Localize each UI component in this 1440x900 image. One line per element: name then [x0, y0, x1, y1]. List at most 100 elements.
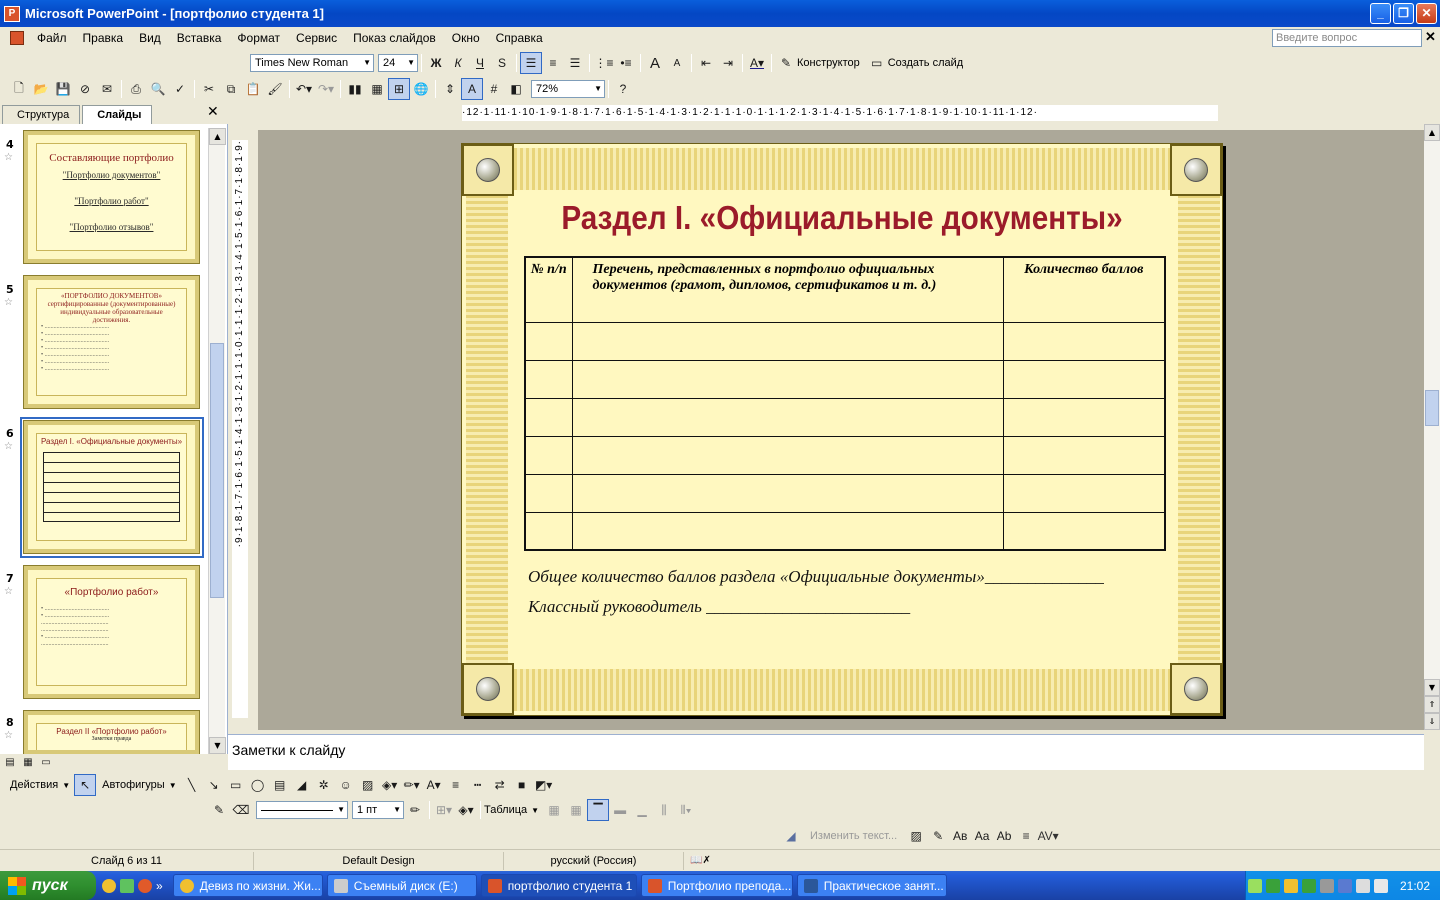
permission-icon[interactable]: ⊘: [74, 78, 96, 100]
design-icon[interactable]: ✎: [775, 52, 797, 74]
taskbar-item-active[interactable]: портфолио студента 1: [480, 874, 637, 897]
line-style-icon[interactable]: ≡: [445, 774, 467, 796]
tray-icon[interactable]: [1247, 878, 1262, 893]
notes-area[interactable]: Заметки к слайду: [228, 734, 1424, 770]
draw-table-icon[interactable]: ✎: [208, 799, 230, 821]
scroll-down-icon[interactable]: ▼: [1424, 679, 1440, 696]
3d-style-icon[interactable]: ◩▾: [533, 774, 555, 796]
split-cells-icon[interactable]: ▦: [565, 799, 587, 821]
table-row[interactable]: [524, 435, 1166, 475]
tables-borders-icon[interactable]: ⊞: [388, 78, 410, 100]
cut-icon[interactable]: ✂: [198, 78, 220, 100]
shrink-font-icon[interactable]: A: [666, 52, 688, 74]
pane-close-icon[interactable]: ✕: [207, 104, 219, 120]
next-slide-icon[interactable]: ⇓: [1424, 713, 1440, 730]
minimize-button[interactable]: _: [1370, 3, 1391, 24]
align-right-icon[interactable]: ☰: [564, 52, 586, 74]
menu-insert[interactable]: Вставка: [170, 31, 231, 45]
line-color-icon[interactable]: ✏▾: [401, 774, 423, 796]
slide-canvas[interactable]: Раздел I. «Официальные документы» № п/п …: [461, 143, 1223, 716]
insert-wordart-icon[interactable]: ◢: [780, 825, 802, 847]
diagram-icon[interactable]: ✲: [313, 774, 335, 796]
wordart-align-icon[interactable]: ≡: [1015, 825, 1037, 847]
menu-file[interactable]: Файл: [30, 31, 76, 45]
documents-table[interactable]: № п/п Перечень, представленных в портфол…: [524, 256, 1166, 551]
clipart-icon[interactable]: ☺: [335, 774, 357, 796]
shadow-button[interactable]: S: [491, 52, 513, 74]
scroll-thumb[interactable]: [210, 343, 224, 598]
wordart-shape-icon[interactable]: Aв: [949, 825, 971, 847]
merge-cells-icon[interactable]: ▦: [543, 799, 565, 821]
slideshow-view-icon[interactable]: ▭: [38, 754, 54, 770]
wordart-gallery-icon[interactable]: ▨: [905, 825, 927, 847]
chart-icon[interactable]: ▮▮: [344, 78, 366, 100]
doc-close-icon[interactable]: ✕: [1425, 29, 1436, 45]
font-color-draw-icon[interactable]: A▾: [423, 774, 445, 796]
slides-pane-scrollbar[interactable]: ▲ ▼: [208, 128, 226, 754]
shadow-style-icon[interactable]: ■: [511, 774, 533, 796]
wordart-icon[interactable]: ◢: [291, 774, 313, 796]
slide-thumbnail-6[interactable]: Раздел I. «Официальные документы»: [23, 420, 200, 554]
show-formatting-icon[interactable]: A: [461, 78, 483, 100]
prev-slide-icon[interactable]: ⇑: [1424, 696, 1440, 713]
tray-icon[interactable]: [1337, 878, 1352, 893]
restore-button[interactable]: ❐: [1393, 3, 1414, 24]
taskbar-item[interactable]: Съемный диск (E:): [326, 874, 477, 897]
zoom-combo[interactable]: 72% ▼: [531, 80, 605, 98]
autoshapes-menu[interactable]: Автофигуры: [102, 779, 165, 791]
tab-outline[interactable]: Структура: [2, 105, 81, 124]
slide-scrollbar[interactable]: ▲ ▼ ⇑ ⇓: [1424, 124, 1440, 730]
language-indicator-icon[interactable]: [1373, 878, 1388, 893]
tray-icon[interactable]: [1283, 878, 1298, 893]
arrow-icon[interactable]: ↘: [203, 774, 225, 796]
actions-menu[interactable]: Действия: [10, 779, 58, 791]
table-row[interactable]: [524, 511, 1166, 551]
scroll-thumb[interactable]: [1425, 390, 1439, 426]
grow-font-icon[interactable]: A: [644, 52, 666, 74]
borders-icon[interactable]: ⊞▾: [433, 799, 455, 821]
slide-thumbnail-4[interactable]: Составляющие портфолио "Портфолио докуме…: [23, 130, 200, 264]
menu-view[interactable]: Вид: [132, 31, 170, 45]
font-color-icon[interactable]: A▾: [746, 52, 768, 74]
start-button[interactable]: пуск: [0, 871, 96, 900]
border-width-combo[interactable]: 1 пт ▼: [352, 801, 404, 819]
total-points-line[interactable]: Общее количество баллов раздела «Официал…: [528, 567, 1104, 587]
dash-style-icon[interactable]: ┅: [467, 774, 489, 796]
font-combo[interactable]: Times New Roman ▼: [250, 54, 374, 72]
tray-icon[interactable]: [1319, 878, 1334, 893]
menu-edit[interactable]: Правка: [76, 31, 133, 45]
align-middle-icon[interactable]: ▬: [609, 799, 631, 821]
table-row[interactable]: [524, 359, 1166, 399]
table-menu[interactable]: Таблица: [484, 804, 527, 816]
border-color-icon[interactable]: ✏: [404, 799, 426, 821]
italic-button[interactable]: К: [447, 52, 469, 74]
menu-slideshow[interactable]: Показ слайдов: [346, 31, 445, 45]
sorter-view-icon[interactable]: ▦: [20, 754, 36, 770]
open-icon[interactable]: 📂: [30, 78, 52, 100]
increase-indent-icon[interactable]: ⇥: [717, 52, 739, 74]
underline-button[interactable]: Ч: [469, 52, 491, 74]
preview-icon[interactable]: 🔍: [147, 78, 169, 100]
table-icon[interactable]: ▦: [366, 78, 388, 100]
slide-thumbnail-7[interactable]: «Портфолио работ» • ....................…: [23, 565, 200, 699]
oval-icon[interactable]: ◯: [247, 774, 269, 796]
menu-window[interactable]: Окно: [445, 31, 489, 45]
bullets-icon[interactable]: •≡: [615, 52, 637, 74]
border-style-combo[interactable]: ▼: [256, 801, 348, 819]
redo-icon[interactable]: ↷▾: [315, 78, 337, 100]
color-grayscale-icon[interactable]: ◧: [505, 78, 527, 100]
table-row[interactable]: [524, 321, 1166, 361]
document-icon[interactable]: [10, 31, 24, 45]
same-height-icon[interactable]: Aa: [971, 825, 993, 847]
design-button[interactable]: Конструктор: [797, 57, 860, 69]
class-teacher-line[interactable]: Классный руководитель __________________…: [528, 597, 910, 617]
paste-icon[interactable]: 📋: [242, 78, 264, 100]
table-row[interactable]: [524, 473, 1166, 513]
align-top-icon[interactable]: ▔: [587, 799, 610, 821]
table-header-list[interactable]: Перечень, представленных в портфолио офи…: [571, 256, 1004, 323]
vertical-text-icon[interactable]: Ab: [993, 825, 1015, 847]
new-slide-icon[interactable]: ▭: [866, 52, 888, 74]
spelling-icon[interactable]: ✓: [169, 78, 191, 100]
rectangle-icon[interactable]: ▭: [225, 774, 247, 796]
table-row[interactable]: [524, 397, 1166, 437]
